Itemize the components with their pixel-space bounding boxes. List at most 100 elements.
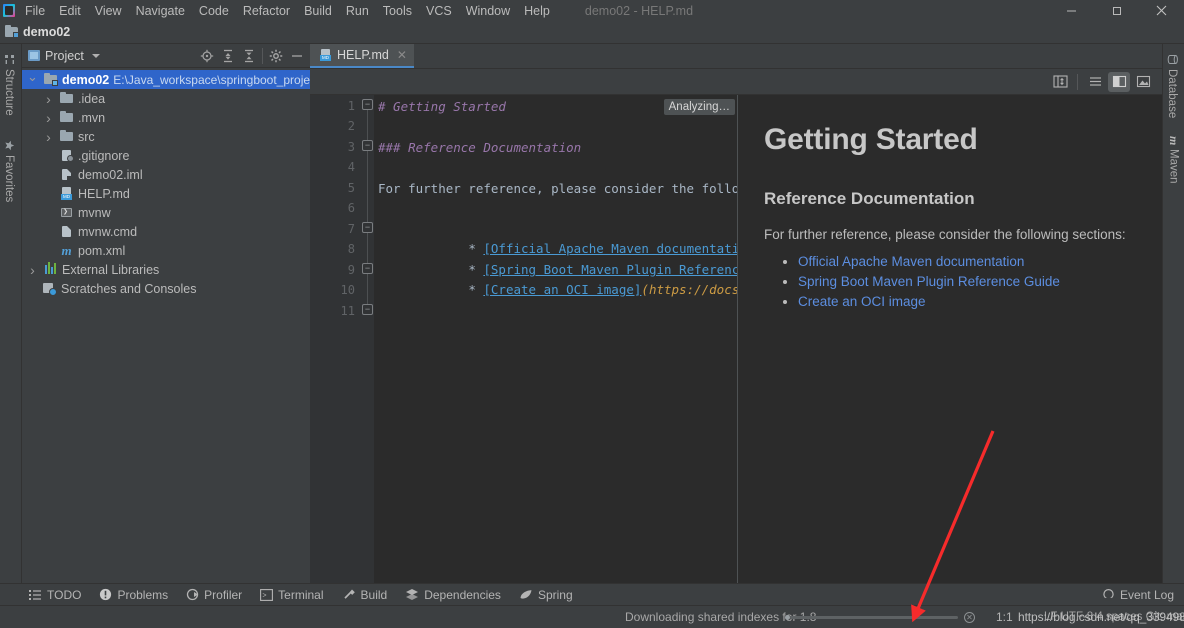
split-editor-toggle[interactable] [1049, 72, 1071, 92]
tool-tab-favorites-label: Favorites [3, 155, 15, 203]
chevron-right-icon[interactable] [42, 132, 55, 142]
project-file-tree[interactable]: demo02 E:\Java_workspace\springboot_proj… [22, 68, 310, 595]
editor-tab-help-md[interactable]: MD HELP.md ✕ [310, 44, 414, 68]
code-text[interactable]: # Getting Started ### Reference Document… [374, 95, 737, 595]
menu-tools[interactable]: Tools [376, 1, 419, 21]
menu-bar: File Edit View Navigate Code Refactor Bu… [0, 0, 1184, 21]
close-icon[interactable]: ✕ [397, 48, 407, 62]
tool-tab-maven[interactable]: m Maven [1166, 132, 1181, 188]
menu-edit[interactable]: Edit [52, 1, 88, 21]
build-hammer-icon [343, 589, 355, 599]
chevron-right-icon[interactable] [42, 94, 55, 104]
menu-code[interactable]: Code [192, 1, 236, 21]
expand-all-icon [224, 49, 232, 62]
tool-tab-event-log[interactable]: Event Log [1092, 586, 1184, 604]
fold-marker-line9[interactable]: − [362, 263, 373, 274]
fold-marker-line11[interactable]: − [362, 304, 373, 315]
tree-row-scratches-and-consoles[interactable]: Scratches and Consoles [22, 279, 310, 298]
tree-row-gitignore[interactable]: .gitignore [22, 146, 310, 165]
code-folding-gutter[interactable]: − − − − − [362, 95, 374, 595]
maximize-button[interactable] [1094, 0, 1139, 21]
breadcrumb[interactable]: demo02 [5, 25, 70, 39]
tool-tab-todo[interactable]: TODO [20, 585, 90, 605]
fold-marker-line1[interactable]: − [362, 99, 373, 110]
editor-area: MD HELP.md ✕ 1 2 3 4 5 6 7 8 9 10 11 − −… [310, 44, 1162, 595]
tree-label: mvnw.cmd [78, 224, 138, 239]
editor-tab-label: HELP.md [337, 48, 389, 62]
tool-tab-label: Profiler [204, 587, 243, 602]
cancel-progress-button[interactable]: ✕ [964, 611, 975, 623]
menu-file[interactable]: File [18, 1, 52, 21]
hide-panel-button[interactable] [287, 46, 307, 66]
tool-tab-structure[interactable]: Structure [3, 50, 15, 120]
tree-label: pom.xml [78, 243, 126, 258]
database-icon [1167, 55, 1178, 64]
scroll-from-source-button[interactable] [197, 46, 217, 66]
list-item: Official Apache Maven documentation [798, 254, 1132, 269]
tree-row-help-md[interactable]: MD HELP.md [22, 184, 310, 203]
toolbar-separator-3 [1077, 73, 1078, 90]
tree-row-demo02[interactable]: demo02 E:\Java_workspace\springboot_proj… [22, 70, 310, 89]
collapse-all-button[interactable] [239, 46, 259, 66]
tree-row-mvn[interactable]: .mvn [22, 108, 310, 127]
caret-position[interactable]: 1:1 [996, 610, 1013, 624]
tool-tab-spring[interactable]: Spring [510, 585, 582, 605]
code-line-1: # Getting Started [378, 99, 506, 114]
fold-marker-line3[interactable]: − [362, 140, 373, 151]
preview-link-create-oci-image[interactable]: Create an OCI image [798, 294, 926, 309]
tool-tab-terminal[interactable]: > Terminal [251, 585, 332, 605]
code-line-9-url: (https://docs.spring.io/sp [641, 282, 737, 297]
preview-link-maven-docs[interactable]: Official Apache Maven documentation [798, 254, 1024, 269]
preview-link-spring-boot-maven-plugin[interactable]: Spring Boot Maven Plugin Reference Guide [798, 274, 1060, 289]
show-editor-only-button[interactable] [1084, 72, 1106, 92]
tree-label: External Libraries [62, 262, 160, 277]
project-panel-title-group[interactable]: Project [28, 49, 100, 63]
tree-row-src[interactable]: src [22, 127, 310, 146]
minimize-button[interactable] [1049, 0, 1094, 21]
preview-link-list: Official Apache Maven documentation Spri… [798, 254, 1132, 309]
tool-tab-favorites[interactable]: Favorites [3, 136, 15, 206]
menu-build[interactable]: Build [297, 1, 339, 21]
line-number: 3 [347, 140, 355, 154]
split-preview-icon [1112, 75, 1126, 88]
show-editor-and-preview-button[interactable] [1108, 71, 1130, 92]
markdown-source-editor[interactable]: 1 2 3 4 5 6 7 8 9 10 11 − − − − − # Gett… [310, 95, 737, 595]
tree-row-pom-xml[interactable]: m pom.xml [22, 241, 310, 260]
line-number: 6 [347, 201, 355, 215]
markdown-preview-pane[interactable]: Getting Started Reference Documentation … [738, 95, 1162, 595]
project-settings-button[interactable] [266, 46, 286, 66]
tree-row-mvnw-cmd[interactable]: mvnw.cmd [22, 222, 310, 241]
csdn-watermark: https://blog.csdn.net/qq_33949800 [1018, 610, 1184, 624]
shell-script-icon [59, 205, 74, 220]
tool-tab-database[interactable]: Database [1166, 50, 1178, 122]
menu-window[interactable]: Window [459, 1, 517, 21]
minus-icon [292, 54, 302, 57]
tool-tab-label: Dependencies [424, 587, 501, 602]
tree-row-demo02-iml[interactable]: demo02.iml [22, 165, 310, 184]
tool-tab-build[interactable]: Build [333, 585, 397, 605]
close-button[interactable] [1139, 0, 1184, 21]
tool-tab-dependencies[interactable]: Dependencies [396, 585, 510, 605]
problems-icon [100, 588, 112, 601]
tool-tab-profiler[interactable]: Profiler [177, 585, 251, 605]
tree-row-mvnw[interactable]: mvnw [22, 203, 310, 222]
code-line-9-link[interactable]: [Create an OCI image] [483, 282, 641, 297]
list-item: Spring Boot Maven Plugin Reference Guide [798, 274, 1132, 289]
menu-help[interactable]: Help [517, 1, 557, 21]
chevron-right-icon[interactable] [26, 265, 39, 275]
tool-tab-label: Build [360, 587, 388, 602]
tree-row-idea[interactable]: .idea [22, 89, 310, 108]
tool-tab-problems[interactable]: Problems [90, 585, 177, 605]
menu-vcs[interactable]: VCS [419, 1, 459, 21]
menu-navigate[interactable]: Navigate [129, 1, 192, 21]
menu-view[interactable]: View [88, 1, 129, 21]
tree-row-external-libraries[interactable]: External Libraries [22, 260, 310, 279]
navigation-bar: demo02 Demo02Applicat [0, 21, 1184, 64]
show-preview-only-button[interactable] [1132, 72, 1154, 92]
chevron-right-icon[interactable] [42, 113, 55, 123]
expand-all-button[interactable] [218, 46, 238, 66]
menu-refactor[interactable]: Refactor [236, 1, 297, 21]
chevron-down-icon[interactable] [26, 77, 39, 83]
menu-run[interactable]: Run [339, 1, 376, 21]
fold-marker-line7[interactable]: − [362, 222, 373, 233]
